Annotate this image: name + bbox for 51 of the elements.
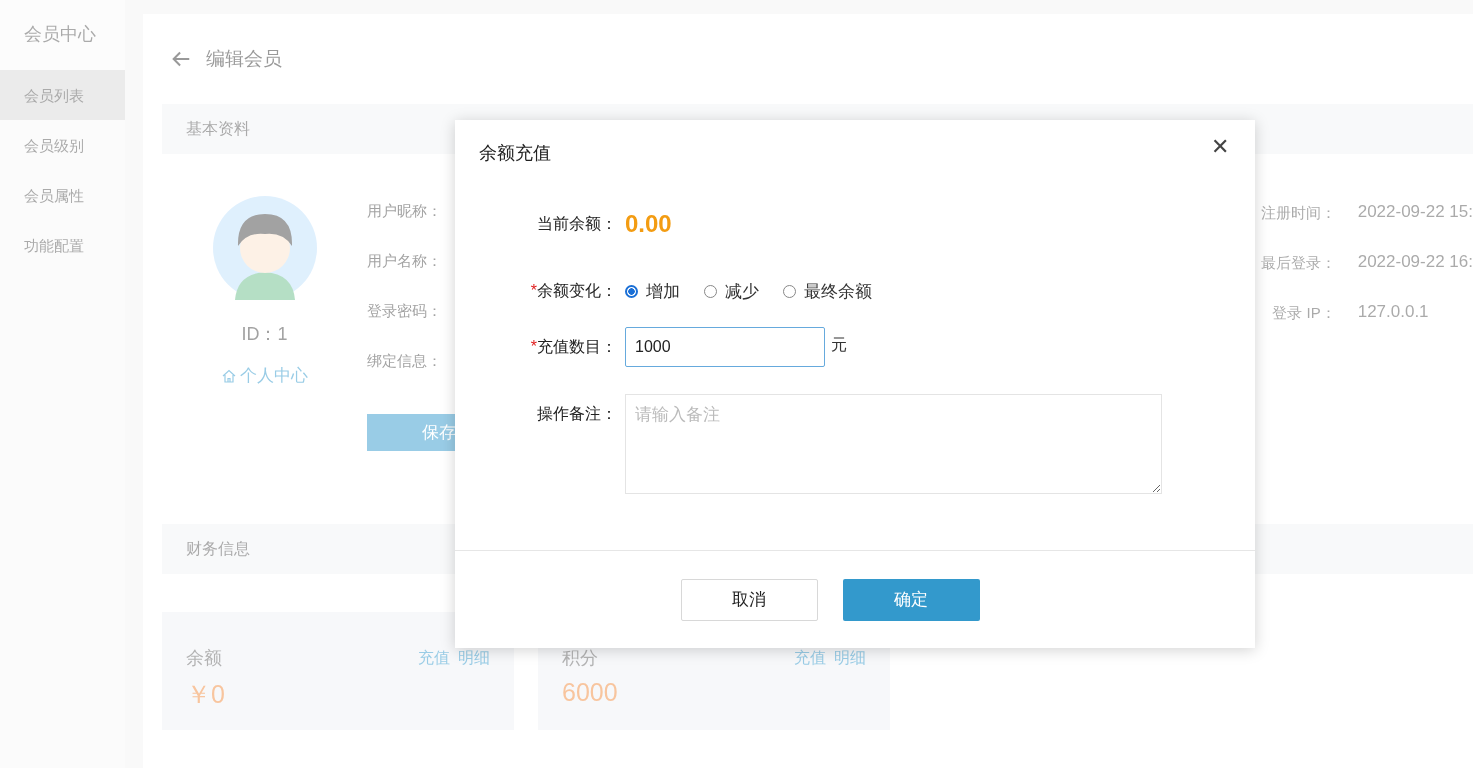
home-link-text[interactable]: 个人中心 — [240, 364, 308, 387]
info-label: 最后登录： — [1259, 253, 1336, 273]
radio-option[interactable]: 最终余额 — [783, 279, 872, 303]
info-label: 注册时间： — [1259, 203, 1336, 223]
card-link[interactable]: 明细 — [834, 647, 866, 669]
amount-input[interactable]: 1000 — [625, 327, 825, 367]
field-label: 用户昵称： — [367, 202, 442, 221]
radio-button[interactable] — [625, 284, 638, 298]
field-label: 用户名称： — [367, 252, 442, 271]
field-label: 余额变化： — [537, 281, 617, 299]
confirm-button[interactable]: 确定 — [842, 578, 980, 621]
note-input[interactable]: 请输入备注 — [625, 394, 1162, 494]
info-label: 登录 IP： — [1271, 303, 1336, 323]
info-value: 2022-09-22 15: — [1357, 202, 1473, 223]
close-button[interactable]: ✕ — [1211, 134, 1229, 160]
required-mark: * — [530, 337, 537, 355]
field-label: 登录密码： — [367, 302, 442, 321]
stat-value: ￥0 — [186, 679, 226, 710]
required-mark: * — [530, 281, 537, 299]
sidebar-item[interactable]: 会员级别 — [0, 120, 125, 170]
member-id: ID：1 — [241, 323, 288, 346]
info-value: 127.0.0.1 — [1357, 302, 1429, 323]
radio-label[interactable]: 最终余额 — [804, 279, 872, 303]
stat-value: 6000 — [562, 678, 619, 707]
radio-option[interactable]: 增加 — [625, 279, 680, 303]
dialog-title: 余额充值 — [479, 142, 551, 165]
unit-label: 元 — [831, 335, 847, 355]
section-title: 基本资料 — [186, 118, 250, 139]
radio-label[interactable]: 增加 — [646, 279, 680, 303]
balance-value: 0.00 — [625, 210, 672, 238]
card-link[interactable]: 明细 — [458, 647, 490, 669]
field-label: 操作备注： — [537, 405, 617, 422]
sidebar-item[interactable]: 会员列表 — [0, 70, 125, 120]
home-link[interactable]: 个人中心 — [221, 364, 308, 387]
card-link[interactable]: 充值 — [418, 647, 450, 669]
stat-label: 积分 — [562, 647, 598, 670]
home-icon — [221, 367, 237, 384]
page-title: 编辑会员 — [206, 47, 282, 71]
sidebar-item[interactable]: 会员属性 — [0, 170, 125, 220]
field-label: 绑定信息： — [367, 352, 442, 371]
avatar-icon — [212, 196, 317, 300]
sidebar-item[interactable]: 功能配置 — [0, 220, 125, 270]
stat-label: 余额 — [186, 647, 222, 670]
card-link[interactable]: 充值 — [794, 647, 826, 669]
info-value: 2022-09-22 16: — [1357, 252, 1473, 273]
radio-label[interactable]: 减少 — [725, 279, 759, 303]
radio-option[interactable]: 减少 — [704, 279, 759, 303]
cancel-button[interactable]: 取消 — [680, 578, 818, 621]
section-title: 财务信息 — [186, 538, 250, 559]
field-label: 当前余额： — [537, 214, 617, 232]
field-label: 充值数目： — [537, 337, 617, 355]
